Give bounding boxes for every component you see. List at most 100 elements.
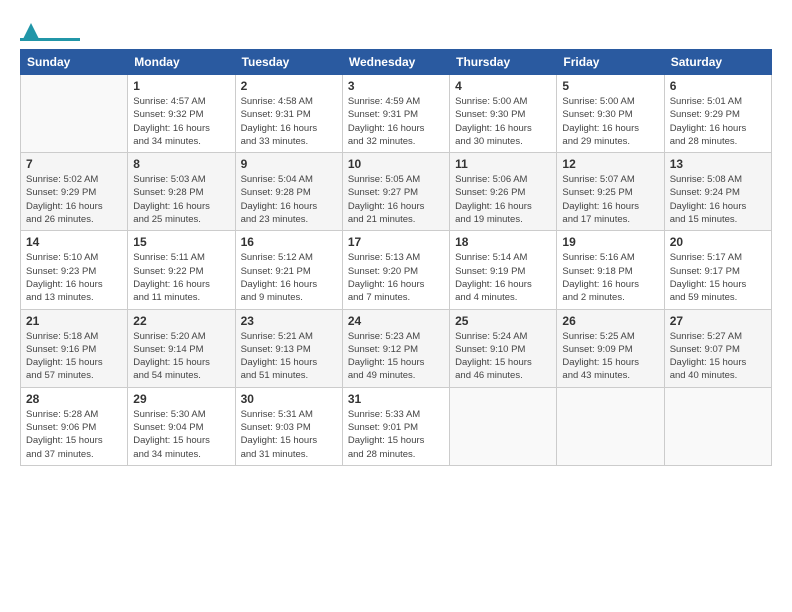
day-info: Sunrise: 5:18 AM Sunset: 9:16 PM Dayligh… <box>26 330 122 383</box>
weekday-header-thursday: Thursday <box>450 50 557 75</box>
day-number: 15 <box>133 235 229 249</box>
week-row-5: 28 Sunrise: 5:28 AM Sunset: 9:06 PM Dayli… <box>21 387 772 465</box>
day-number: 12 <box>562 157 658 171</box>
calendar-cell: 11 Sunrise: 5:06 AM Sunset: 9:26 PM Dayli… <box>450 153 557 231</box>
day-info: Sunrise: 5:31 AM Sunset: 9:03 PM Dayligh… <box>241 408 337 461</box>
calendar-table: SundayMondayTuesdayWednesdayThursdayFrid… <box>20 49 772 466</box>
weekday-header-saturday: Saturday <box>664 50 771 75</box>
day-number: 2 <box>241 79 337 93</box>
calendar-cell: 5 Sunrise: 5:00 AM Sunset: 9:30 PM Daylig… <box>557 75 664 153</box>
calendar-cell: 16Sunrise: 5:12 AM Sunset: 9:21 PM Dayli… <box>235 231 342 309</box>
calendar-cell: 12 Sunrise: 5:07 AM Sunset: 9:25 PM Dayli… <box>557 153 664 231</box>
day-info: Sunrise: 5:33 AM Sunset: 9:01 PM Dayligh… <box>348 408 444 461</box>
day-number: 20 <box>670 235 766 249</box>
day-number: 18 <box>455 235 551 249</box>
day-number: 21 <box>26 314 122 328</box>
calendar-cell: 2 Sunrise: 4:58 AM Sunset: 9:31 PM Daylig… <box>235 75 342 153</box>
day-number: 29 <box>133 392 229 406</box>
week-row-3: 14Sunrise: 5:10 AM Sunset: 9:23 PM Dayli… <box>21 231 772 309</box>
calendar-cell: 20 Sunrise: 5:17 AM Sunset: 9:17 PM Dayli… <box>664 231 771 309</box>
day-number: 19 <box>562 235 658 249</box>
calendar-cell: 3 Sunrise: 4:59 AM Sunset: 9:31 PM Daylig… <box>342 75 449 153</box>
day-number: 30 <box>241 392 337 406</box>
calendar-cell: 9Sunrise: 5:04 AM Sunset: 9:28 PM Daylig… <box>235 153 342 231</box>
day-number: 3 <box>348 79 444 93</box>
day-number: 27 <box>670 314 766 328</box>
day-info: Sunrise: 5:10 AM Sunset: 9:23 PM Dayligh… <box>26 251 122 304</box>
day-info: Sunrise: 5:28 AM Sunset: 9:06 PM Dayligh… <box>26 408 122 461</box>
day-number: 8 <box>133 157 229 171</box>
day-info: Sunrise: 5:06 AM Sunset: 9:26 PM Dayligh… <box>455 173 551 226</box>
logo <box>20 16 80 41</box>
day-info: Sunrise: 5:17 AM Sunset: 9:17 PM Dayligh… <box>670 251 766 304</box>
calendar-cell: 17 Sunrise: 5:13 AM Sunset: 9:20 PM Dayli… <box>342 231 449 309</box>
day-info: Sunrise: 5:01 AM Sunset: 9:29 PM Dayligh… <box>670 95 766 148</box>
calendar-cell: 28 Sunrise: 5:28 AM Sunset: 9:06 PM Dayli… <box>21 387 128 465</box>
weekday-header-friday: Friday <box>557 50 664 75</box>
weekday-header-monday: Monday <box>128 50 235 75</box>
weekday-header-tuesday: Tuesday <box>235 50 342 75</box>
day-info: Sunrise: 5:08 AM Sunset: 9:24 PM Dayligh… <box>670 173 766 226</box>
day-info: Sunrise: 5:07 AM Sunset: 9:25 PM Dayligh… <box>562 173 658 226</box>
day-info: Sunrise: 5:05 AM Sunset: 9:27 PM Dayligh… <box>348 173 444 226</box>
weekday-header-sunday: Sunday <box>21 50 128 75</box>
day-number: 5 <box>562 79 658 93</box>
day-info: Sunrise: 4:59 AM Sunset: 9:31 PM Dayligh… <box>348 95 444 148</box>
day-info: Sunrise: 5:03 AM Sunset: 9:28 PM Dayligh… <box>133 173 229 226</box>
day-number: 7 <box>26 157 122 171</box>
weekday-header-row: SundayMondayTuesdayWednesdayThursdayFrid… <box>21 50 772 75</box>
week-row-2: 7 Sunrise: 5:02 AM Sunset: 9:29 PM Daylig… <box>21 153 772 231</box>
calendar-cell: 7 Sunrise: 5:02 AM Sunset: 9:29 PM Daylig… <box>21 153 128 231</box>
day-info: Sunrise: 5:16 AM Sunset: 9:18 PM Dayligh… <box>562 251 658 304</box>
calendar-cell <box>21 75 128 153</box>
day-info: Sunrise: 5:04 AM Sunset: 9:28 PM Dayligh… <box>241 173 337 226</box>
calendar-cell: 23 Sunrise: 5:21 AM Sunset: 9:13 PM Dayli… <box>235 309 342 387</box>
calendar-cell <box>664 387 771 465</box>
weekday-header-wednesday: Wednesday <box>342 50 449 75</box>
calendar-cell: 31 Sunrise: 5:33 AM Sunset: 9:01 PM Dayli… <box>342 387 449 465</box>
day-number: 11 <box>455 157 551 171</box>
day-number: 23 <box>241 314 337 328</box>
day-number: 31 <box>348 392 444 406</box>
calendar-cell: 30 Sunrise: 5:31 AM Sunset: 9:03 PM Dayli… <box>235 387 342 465</box>
day-info: Sunrise: 5:21 AM Sunset: 9:13 PM Dayligh… <box>241 330 337 383</box>
day-info: Sunrise: 5:25 AM Sunset: 9:09 PM Dayligh… <box>562 330 658 383</box>
calendar-cell <box>557 387 664 465</box>
day-info: Sunrise: 5:30 AM Sunset: 9:04 PM Dayligh… <box>133 408 229 461</box>
week-row-4: 21 Sunrise: 5:18 AM Sunset: 9:16 PM Dayli… <box>21 309 772 387</box>
calendar-cell: 22 Sunrise: 5:20 AM Sunset: 9:14 PM Dayli… <box>128 309 235 387</box>
day-info: Sunrise: 5:23 AM Sunset: 9:12 PM Dayligh… <box>348 330 444 383</box>
calendar-cell <box>450 387 557 465</box>
calendar-cell: 24Sunrise: 5:23 AM Sunset: 9:12 PM Dayli… <box>342 309 449 387</box>
day-number: 6 <box>670 79 766 93</box>
calendar-cell: 29 Sunrise: 5:30 AM Sunset: 9:04 PM Dayli… <box>128 387 235 465</box>
calendar-cell: 13Sunrise: 5:08 AM Sunset: 9:24 PM Dayli… <box>664 153 771 231</box>
calendar-cell: 25Sunrise: 5:24 AM Sunset: 9:10 PM Dayli… <box>450 309 557 387</box>
calendar-cell: 26 Sunrise: 5:25 AM Sunset: 9:09 PM Dayli… <box>557 309 664 387</box>
calendar-cell: 19 Sunrise: 5:16 AM Sunset: 9:18 PM Dayli… <box>557 231 664 309</box>
calendar-cell: 10Sunrise: 5:05 AM Sunset: 9:27 PM Dayli… <box>342 153 449 231</box>
day-number: 17 <box>348 235 444 249</box>
day-number: 22 <box>133 314 229 328</box>
day-info: Sunrise: 5:00 AM Sunset: 9:30 PM Dayligh… <box>455 95 551 148</box>
page: SundayMondayTuesdayWednesdayThursdayFrid… <box>0 0 792 476</box>
day-number: 1 <box>133 79 229 93</box>
day-info: Sunrise: 5:13 AM Sunset: 9:20 PM Dayligh… <box>348 251 444 304</box>
calendar-cell: 18 Sunrise: 5:14 AM Sunset: 9:19 PM Dayli… <box>450 231 557 309</box>
day-info: Sunrise: 5:27 AM Sunset: 9:07 PM Dayligh… <box>670 330 766 383</box>
calendar-cell: 15 Sunrise: 5:11 AM Sunset: 9:22 PM Dayli… <box>128 231 235 309</box>
day-info: Sunrise: 4:57 AM Sunset: 9:32 PM Dayligh… <box>133 95 229 148</box>
logo-underline <box>20 38 80 41</box>
day-number: 26 <box>562 314 658 328</box>
day-info: Sunrise: 5:00 AM Sunset: 9:30 PM Dayligh… <box>562 95 658 148</box>
day-info: Sunrise: 5:02 AM Sunset: 9:29 PM Dayligh… <box>26 173 122 226</box>
calendar-cell: 27 Sunrise: 5:27 AM Sunset: 9:07 PM Dayli… <box>664 309 771 387</box>
day-info: Sunrise: 5:20 AM Sunset: 9:14 PM Dayligh… <box>133 330 229 383</box>
day-number: 28 <box>26 392 122 406</box>
day-info: Sunrise: 5:14 AM Sunset: 9:19 PM Dayligh… <box>455 251 551 304</box>
calendar-cell: 8 Sunrise: 5:03 AM Sunset: 9:28 PM Daylig… <box>128 153 235 231</box>
day-info: Sunrise: 4:58 AM Sunset: 9:31 PM Dayligh… <box>241 95 337 148</box>
calendar-cell: 14Sunrise: 5:10 AM Sunset: 9:23 PM Dayli… <box>21 231 128 309</box>
day-info: Sunrise: 5:11 AM Sunset: 9:22 PM Dayligh… <box>133 251 229 304</box>
day-info: Sunrise: 5:24 AM Sunset: 9:10 PM Dayligh… <box>455 330 551 383</box>
